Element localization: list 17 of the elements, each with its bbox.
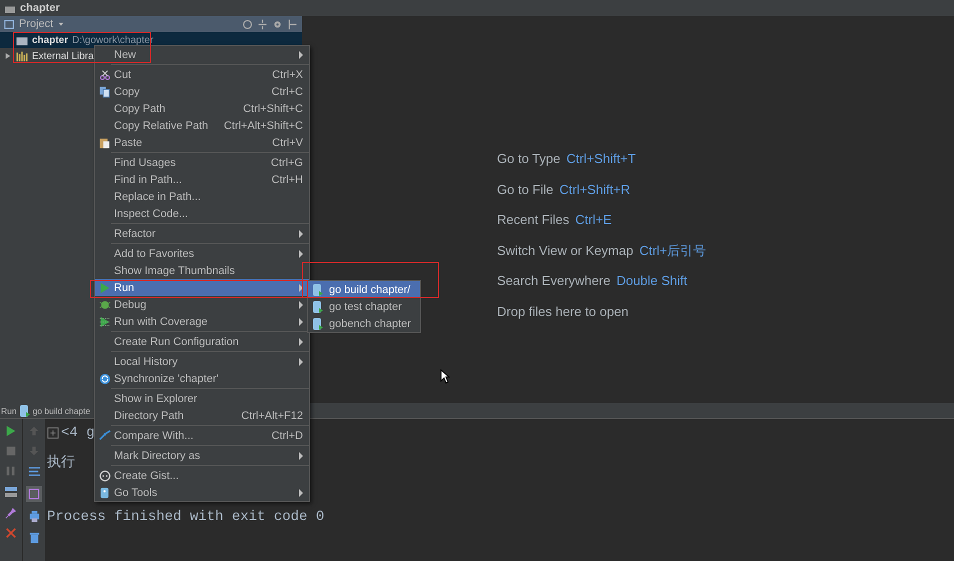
hint-shortcut: Double Shift (616, 272, 688, 290)
project-title: chapter (20, 1, 60, 15)
tree-item-name: External Libra (32, 50, 94, 62)
tree-item-name: chapter (32, 34, 68, 46)
hint-label: Search Everywhere (497, 272, 610, 290)
hint-shortcut: Ctrl+Shift+T (566, 150, 636, 168)
hint-shortcut: Ctrl+后引号 (639, 242, 706, 260)
hint-label: Go to Type (497, 150, 560, 168)
hint-label: Recent Files (497, 211, 570, 229)
hint-shortcut: Ctrl+E (575, 211, 612, 229)
console-line: <4 g (61, 425, 95, 441)
hint-label: Drop files here to open (497, 302, 629, 321)
hint-label: Go to File (497, 180, 554, 198)
hint-label: Switch View or Keymap (497, 242, 634, 260)
console-line: Process finished with exit code 0 (47, 509, 324, 525)
console-line: 执行 (47, 454, 75, 471)
hint-shortcut: Ctrl+Shift+R (559, 180, 630, 198)
